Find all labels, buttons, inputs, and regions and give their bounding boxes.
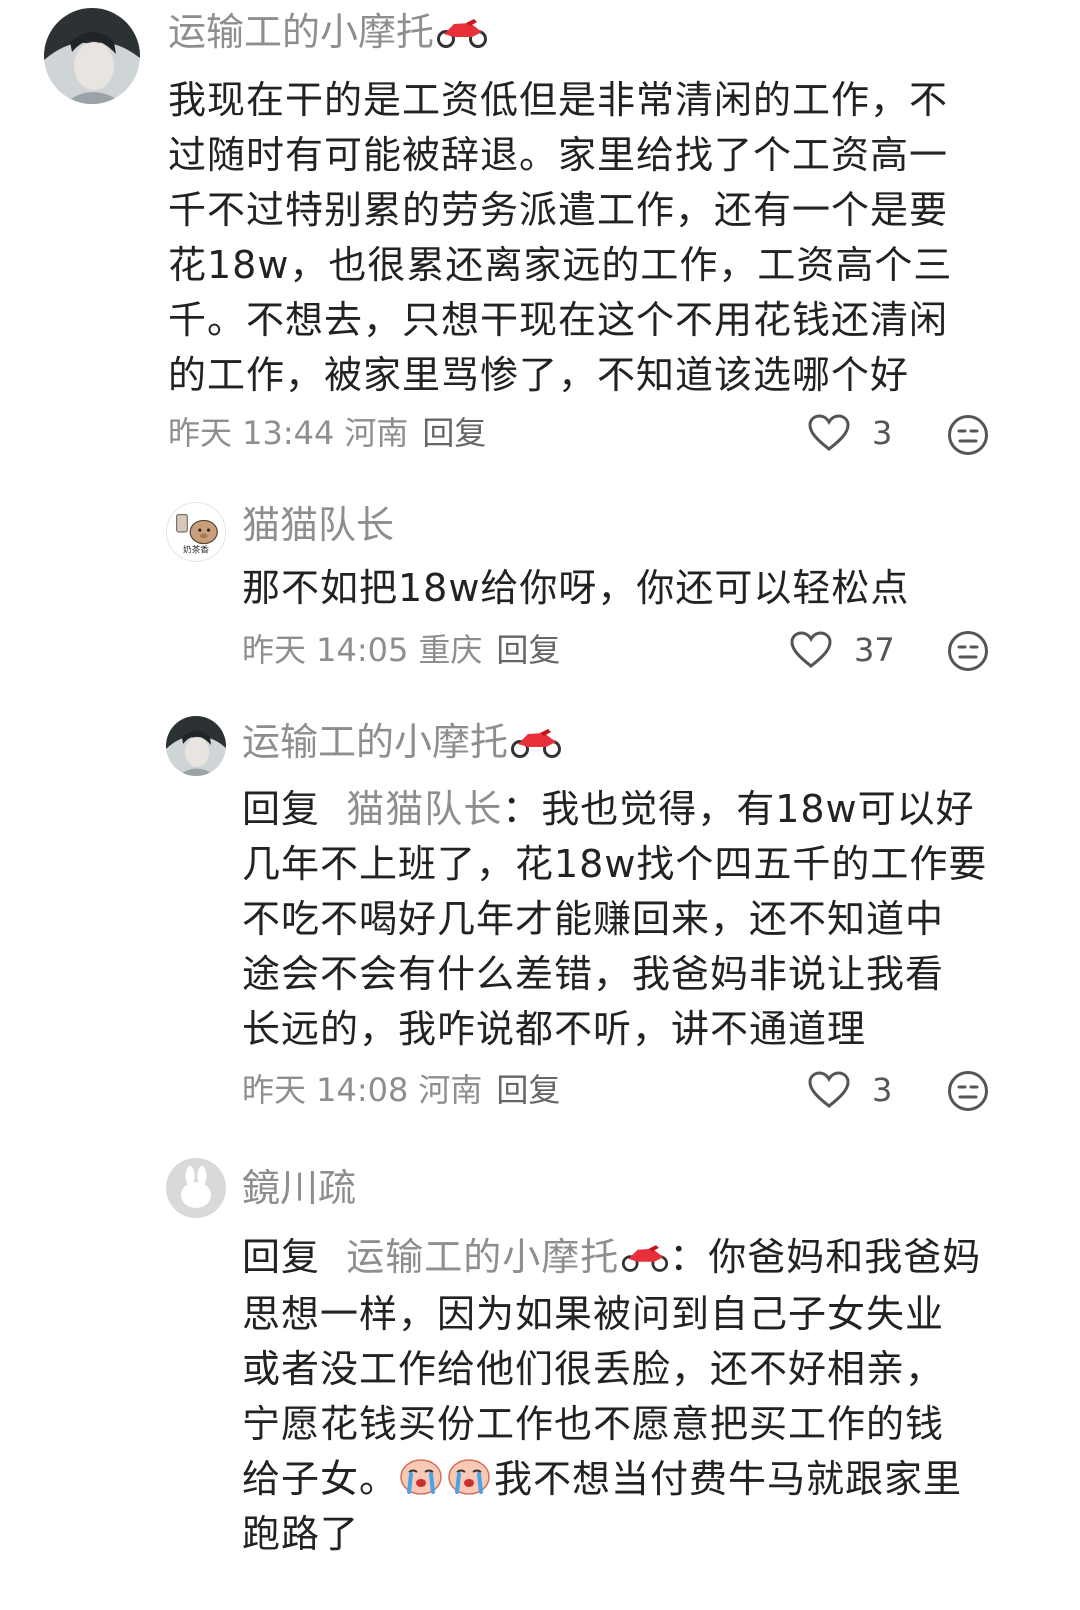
username[interactable]: 鏡川疏	[242, 1164, 356, 1212]
timestamp: 昨天 14:05	[242, 631, 409, 669]
location: 重庆	[418, 631, 483, 669]
text-line: 回复 运输工的小摩托 ：你爸妈和我爸妈	[242, 1230, 981, 1287]
reply-prefix: 回复	[242, 787, 321, 831]
text-line: 不吃不喝好几年才能赚回来，还不知道中	[242, 897, 945, 941]
unhappy-face-icon	[948, 1071, 988, 1111]
username[interactable]: 运输工的小摩托	[168, 8, 488, 59]
text-line: 思想一样，因为如果被问到自己子女失业	[242, 1292, 945, 1336]
unhappy-face-icon	[948, 631, 988, 671]
username-text[interactable]: 运输工的小摩托	[242, 720, 508, 764]
username[interactable]: 运输工的小摩托	[242, 718, 562, 769]
text-line: 途会不会有什么差错，我爸妈非说让我看	[242, 952, 945, 996]
text-segment: 给子女。	[242, 1457, 399, 1501]
text-segment: ：我也觉得，有18w可以好	[502, 787, 975, 831]
like-button[interactable]: 3	[808, 411, 892, 455]
avatar-image	[166, 716, 226, 776]
heart-outline-icon	[808, 414, 850, 451]
text-line: 的工作，被家里骂惨了，不知道该选哪个好	[168, 353, 910, 397]
dislike-button[interactable]	[947, 630, 989, 672]
text-line: 或者没工作给他们很丢脸，还不好相亲，	[242, 1347, 945, 1391]
text-segment: ：你爸妈和我爸妈	[669, 1235, 982, 1279]
text-line: 千不过特别累的劳务派遣工作，还有一个是要	[168, 188, 949, 232]
comment-body: 我现在干的是工资低但是非常清闲的工作，不 过随时有可能被辞退。家里给找了个工资高…	[168, 73, 952, 403]
heart-outline-icon	[790, 631, 832, 668]
avatar[interactable]	[166, 716, 226, 776]
username-text[interactable]: 猫猫队长	[242, 503, 394, 547]
like-count: 37	[854, 631, 895, 669]
text-line: 长远的，我咋说都不听，讲不通道理	[242, 1007, 867, 1051]
text-line: 给子女。 我不想当付费牛马就跟家里	[242, 1452, 981, 1507]
comment-meta: 昨天 14:05 重庆 回复	[242, 628, 560, 672]
avatar-image	[44, 8, 140, 104]
like-count: 3	[872, 414, 893, 452]
timestamp: 昨天 14:08	[242, 1071, 409, 1109]
reply-prefix: 回复	[242, 1235, 321, 1279]
avatar[interactable]: 奶茶香	[166, 502, 226, 562]
reply-button[interactable]: 回复	[496, 631, 560, 669]
text-line: 回复 猫猫队长：我也觉得，有18w可以好	[242, 782, 987, 837]
like-button[interactable]: 3	[808, 1068, 892, 1112]
reply-button[interactable]: 回复	[496, 1071, 560, 1109]
username-text[interactable]: 运输工的小摩托	[168, 10, 434, 54]
comment-body: 回复 猫猫队长：我也觉得，有18w可以好 几年不上班了，花18w找个四五千的工作…	[242, 782, 987, 1057]
text-segment: 我不想当付费牛马就跟家里	[494, 1457, 963, 1501]
reply-button[interactable]: 回复	[422, 414, 486, 452]
text-line: 跑路了	[242, 1512, 360, 1556]
username[interactable]: 猫猫队长	[242, 501, 394, 549]
crying-face-emoji-icon	[446, 1452, 492, 1498]
text-line: 几年不上班了，花18w找个四五千的工作要	[242, 842, 988, 886]
motorcycle-icon	[436, 11, 488, 59]
reply-target-username[interactable]: 猫猫队长	[346, 787, 502, 831]
unhappy-face-icon	[948, 415, 988, 455]
dislike-button[interactable]	[947, 414, 989, 456]
location: 河南	[344, 414, 409, 452]
dislike-button[interactable]	[947, 1070, 989, 1112]
motorcycle-icon	[510, 721, 562, 769]
default-avatar-icon	[166, 1158, 226, 1218]
reply-target-username[interactable]: 运输工的小摩托	[346, 1235, 619, 1279]
like-count: 3	[872, 1071, 893, 1109]
text-line: 过随时有可能被辞退。家里给找了个工资高一	[168, 133, 949, 177]
text-line: 花18w，也很累还离家远的工作，工资高个三	[168, 243, 953, 287]
like-button[interactable]: 37	[790, 628, 895, 672]
text-line: 那不如把18w给你呀，你还可以轻松点	[242, 566, 910, 610]
heart-outline-icon	[808, 1071, 850, 1108]
comment-meta: 昨天 13:44 河南 回复	[168, 411, 486, 455]
avatar[interactable]	[166, 1158, 226, 1218]
crying-face-emoji-icon	[398, 1452, 444, 1498]
text-line: 我现在干的是工资低但是非常清闲的工作，不	[168, 78, 949, 122]
location: 河南	[418, 1071, 483, 1109]
timestamp: 昨天 13:44	[168, 414, 335, 452]
text-line: 宁愿花钱买份工作也不愿意把买工作的钱	[242, 1402, 945, 1446]
avatar[interactable]	[44, 8, 140, 104]
motorcycle-icon	[621, 1232, 669, 1287]
avatar-image: 奶茶香	[167, 503, 225, 561]
username-text[interactable]: 鏡川疏	[242, 1166, 356, 1210]
comment-meta: 昨天 14:08 河南 回复	[242, 1068, 560, 1112]
avatar-text: 奶茶香	[183, 543, 209, 555]
comment-body: 那不如把18w给你呀，你还可以轻松点	[242, 561, 909, 616]
text-line: 千。不想去，只想干现在这个不用花钱还清闲	[168, 298, 949, 342]
comment-body: 回复 运输工的小摩托 ：你爸妈和我爸妈 思想一样，因为如果被问到自己子女失业 或…	[242, 1230, 981, 1562]
